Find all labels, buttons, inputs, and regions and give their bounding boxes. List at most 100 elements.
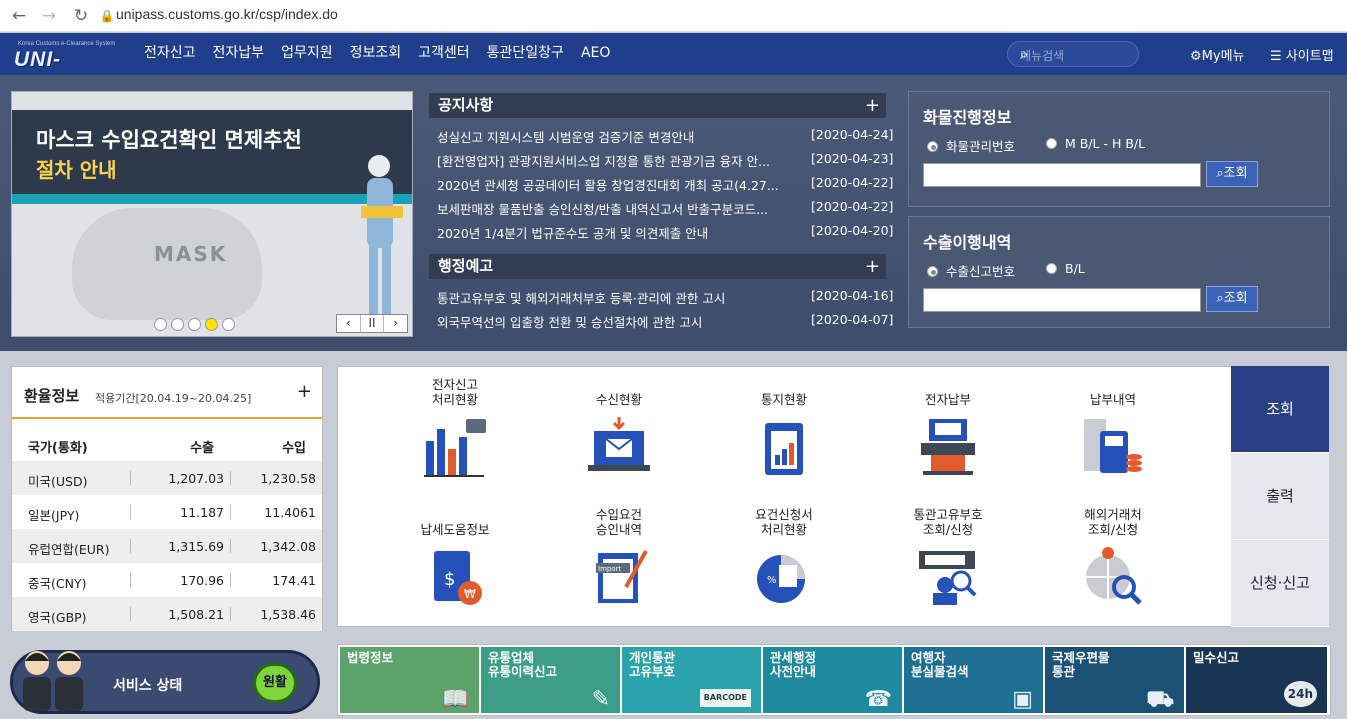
nav-item[interactable]: 고객센터 bbox=[418, 33, 470, 75]
pause-button[interactable]: II bbox=[361, 315, 385, 332]
browser-bar: ← → ↻ 🔒 unipass.customs.go.kr/csp/index.… bbox=[0, 0, 1347, 32]
banner-title: 마스크 수입요건확인 면제추천 bbox=[36, 128, 302, 152]
cargo-option-radio[interactable]: 화물관리번호 bbox=[927, 136, 1015, 155]
service-label: 전자신고 처리현황 bbox=[431, 377, 478, 407]
service-receipt-status[interactable]: 수신현황 bbox=[559, 375, 679, 483]
barcode-search-icon bbox=[919, 551, 977, 605]
nav-item[interactable]: 전자납부 bbox=[213, 33, 265, 75]
import-document-icon: Import bbox=[596, 550, 648, 603]
mymenu-link[interactable]: ⚙My메뉴 bbox=[1190, 45, 1245, 64]
quick-link-lost-items[interactable]: 여행자 분실물검색 ▣ bbox=[904, 647, 1043, 713]
cargo-option-radio[interactable]: M B/L - H B/L bbox=[1046, 136, 1145, 151]
tab-application[interactable]: 신청·신고 bbox=[1231, 540, 1329, 627]
exchange-header-row: 국가(통화) 수출 수입 bbox=[28, 441, 306, 456]
exchange-row: 미국(USD) 1,207.03 1,230.58 bbox=[12, 461, 322, 495]
nav-item[interactable]: 통관단일창구 bbox=[487, 33, 564, 75]
export-option-radio[interactable]: B/L bbox=[1046, 261, 1085, 276]
export-number-input[interactable] bbox=[923, 288, 1201, 312]
quick-link-intl-mail[interactable]: 국제우편물 통관 ⛟ bbox=[1045, 647, 1184, 713]
service-import-approval[interactable]: 수입요건 승인내역 Import bbox=[559, 505, 679, 613]
pager-dot[interactable] bbox=[222, 318, 235, 331]
service-electronic-payment[interactable]: 전자납부 bbox=[888, 375, 1008, 483]
export-title: 수출이행내역 bbox=[923, 233, 1012, 252]
sitemap-link[interactable]: ☰ 사이트맵 bbox=[1270, 45, 1334, 64]
admin-notice-date: [2020-04-16] bbox=[811, 288, 894, 303]
services-grid: 전자신고 처리현황 수신현황 통지현황 전자납부 납부내역 납세도움정보 $ ₩ … bbox=[337, 366, 1232, 627]
menu-search-input[interactable]: 메뉴검색 ⌕ bbox=[1007, 41, 1139, 67]
address-bar[interactable]: unipass.customs.go.kr/csp/index.do bbox=[116, 6, 338, 22]
logo-subtitle: Korea Customs e-Clearance System bbox=[18, 41, 116, 47]
exchange-more-plus-icon[interactable]: + bbox=[297, 381, 312, 402]
service-customs-code[interactable]: 통관고유부호 조회/신청 bbox=[888, 505, 1008, 613]
admin-notice-item[interactable]: 통관고유부호 및 해외거래처부호 등록·관리에 관한 고시 bbox=[437, 288, 725, 307]
atm-icon bbox=[921, 419, 975, 475]
bar-chart-icon bbox=[424, 419, 486, 477]
hand-truck-icon: ⛟ bbox=[1146, 687, 1174, 712]
next-button[interactable]: › bbox=[384, 315, 407, 332]
quick-link-law[interactable]: 법령정보 📖 bbox=[340, 647, 479, 713]
barcode-icon: BARCODE bbox=[699, 689, 751, 707]
search-icon[interactable]: ⌕ bbox=[1020, 45, 1128, 63]
quick-link-distribution[interactable]: 유통업체 유통이력신고 ✎ bbox=[481, 647, 620, 713]
notice-date: [2020-04-24] bbox=[811, 127, 894, 142]
service-overseas-partner[interactable]: 해외거래처 조회/신청 bbox=[1053, 505, 1173, 613]
prev-button[interactable]: ‹ bbox=[337, 315, 361, 332]
notice-more-plus-icon[interactable]: + bbox=[865, 93, 880, 118]
banner-controls: ‹ II › bbox=[336, 314, 408, 333]
site-logo[interactable]: Korea Customs e-Clearance System UNI-PAS… bbox=[14, 39, 116, 95]
notice-item[interactable]: 보세판매장 물품반출 승인신청/반출 내역신고서 반출구분코드... bbox=[437, 199, 768, 218]
nav-item[interactable]: 정보조회 bbox=[350, 33, 402, 75]
admin-notice-item[interactable]: 외국무역선의 입출항 전환 및 승선절차에 관한 고시 bbox=[437, 312, 702, 331]
admin-notice-more-plus-icon[interactable]: + bbox=[865, 254, 880, 279]
24h-phone-icon: 24h bbox=[1283, 681, 1317, 707]
promo-banner[interactable]: 마스크 수입요건확인 면제추천 절차 안내 MASK ‹ II › bbox=[11, 91, 413, 337]
svg-text:%: % bbox=[767, 575, 777, 586]
admin-notice-title: 행정예고 bbox=[438, 257, 494, 275]
pager-dot-active[interactable] bbox=[205, 318, 218, 331]
pager-dot[interactable] bbox=[154, 318, 167, 331]
quick-link-smuggling-report[interactable]: 밀수신고 24h bbox=[1186, 647, 1327, 713]
service-label: 납세도움정보 bbox=[420, 522, 490, 537]
nav-item[interactable]: 업무지원 bbox=[281, 33, 333, 75]
tab-inquiry[interactable]: 조회 bbox=[1231, 366, 1329, 453]
banner-pager bbox=[154, 318, 235, 331]
service-status-badge: 원활 bbox=[253, 663, 297, 703]
quick-link-personal-code[interactable]: 개인통관 고유부호 BARCODE bbox=[622, 647, 761, 713]
pager-dot[interactable] bbox=[171, 318, 184, 331]
quick-link-advance-guide[interactable]: 관세행정 사전안내 ☎ bbox=[763, 647, 902, 713]
service-tabs: 조회 출력 신청·신고 bbox=[1231, 366, 1329, 627]
lock-icon[interactable]: 🔒 bbox=[96, 5, 118, 27]
service-label: 요건신청서 처리현황 bbox=[755, 507, 813, 537]
notice-item[interactable]: [환전영업자] 관광지원서비스업 지정을 통한 관광기금 융자 안... bbox=[437, 151, 770, 170]
exchange-row: 중국(CNY) 170.96 174.41 bbox=[28, 573, 316, 591]
mask-label: MASK bbox=[154, 242, 228, 266]
export-option-radio[interactable]: 수출신고번호 bbox=[927, 261, 1015, 280]
exchange-title: 환율정보 bbox=[24, 387, 80, 405]
reload-icon[interactable]: ↻ bbox=[70, 5, 92, 27]
nav-item[interactable]: AEO bbox=[581, 33, 610, 75]
service-tax-help[interactable]: 납세도움정보 $ ₩ bbox=[395, 505, 515, 613]
banner-subtitle: 절차 안내 bbox=[36, 158, 117, 182]
service-notice-status[interactable]: 통지현황 bbox=[724, 375, 844, 483]
notice-item[interactable]: 2020년 관세청 공공데이터 활용 창업경진대회 개최 공고(4.27... bbox=[437, 175, 779, 194]
forward-arrow-icon[interactable]: → bbox=[38, 5, 60, 27]
service-requirement-status[interactable]: 요건신청서 처리현황 % bbox=[724, 505, 844, 613]
export-search-button[interactable]: ⌕조회 bbox=[1206, 286, 1258, 312]
exchange-period: 적용기간[20.04.19~20.04.25] bbox=[95, 392, 252, 405]
notice-item[interactable]: 2020년 1/4분기 법규준수도 공개 및 의견제출 안내 bbox=[437, 223, 708, 242]
tab-print[interactable]: 출력 bbox=[1231, 453, 1329, 540]
main-nav: 전자신고 전자납부 업무지원 정보조회 고객센터 통관단일창구 AEO bbox=[144, 33, 627, 75]
cargo-search-button[interactable]: ⌕조회 bbox=[1206, 161, 1258, 187]
pager-dot[interactable] bbox=[188, 318, 201, 331]
notice-item[interactable]: 성실신고 지원시스템 시범운영 검증기준 변경안내 bbox=[437, 127, 694, 146]
service-ecustoms-status[interactable]: 전자신고 처리현황 bbox=[395, 375, 515, 483]
hamburger-icon: ☰ bbox=[1270, 49, 1282, 64]
export-tracking-panel: 수출이행내역 수출신고번호 B/L ⌕조회 bbox=[908, 216, 1330, 328]
cargo-number-input[interactable] bbox=[923, 163, 1201, 187]
nav-item[interactable]: 전자신고 bbox=[144, 33, 196, 75]
notice-date: [2020-04-22] bbox=[811, 175, 894, 190]
service-status-widget: 서비스 상태 원활 bbox=[10, 650, 320, 714]
headset-icon: ☎ bbox=[864, 687, 892, 712]
back-arrow-icon[interactable]: ← bbox=[8, 5, 30, 27]
service-payment-history[interactable]: 납부내역 bbox=[1053, 375, 1173, 483]
